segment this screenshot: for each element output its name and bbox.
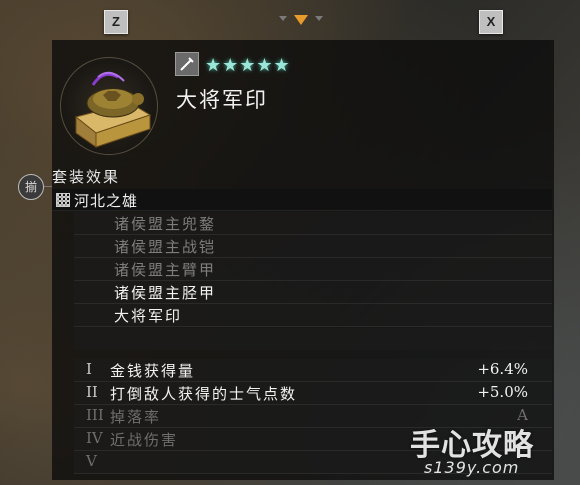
set-piece-label: 诸侯盟主兜鍪 xyxy=(114,215,217,233)
bonus-tier: IV xyxy=(86,429,103,447)
nav-arrows[interactable] xyxy=(279,14,323,28)
bonus-tier: I xyxy=(86,360,92,378)
set-side-tab[interactable]: 揃 xyxy=(18,174,44,200)
bonus-label: 打倒敌人获得的士气点数 xyxy=(110,385,298,403)
set-name-row[interactable]: 河北之雄 xyxy=(52,189,552,211)
bonus-label: 金钱获得量 xyxy=(110,362,196,380)
set-piece-label: 诸侯盟主战铠 xyxy=(114,238,217,256)
nav-right-arrow-icon xyxy=(315,16,323,21)
nav-center-arrow-icon xyxy=(294,15,308,25)
set-piece-label: 诸侯盟主臂甲 xyxy=(114,261,217,279)
star-icon: ★★★★★ xyxy=(205,55,291,76)
set-grid-icon xyxy=(56,193,70,207)
bonus-label: 近战伤害 xyxy=(110,431,179,449)
bonus-value: +5.0% xyxy=(477,383,528,401)
set-piece-label: 诸侯盟主胫甲 xyxy=(114,284,217,302)
bonus-tier: V xyxy=(86,452,97,470)
set-piece-row: 诸侯盟主胫甲 xyxy=(74,281,552,304)
set-piece-row: 诸侯盟主战铠 xyxy=(74,235,552,258)
bonus-tier: III xyxy=(86,406,104,424)
item-name: 大将军印 xyxy=(176,88,268,112)
set-piece-row: 诸侯盟主臂甲 xyxy=(74,258,552,281)
accessory-category-icon xyxy=(175,52,199,76)
x-key-hint[interactable]: X xyxy=(479,10,503,34)
set-piece-row: 诸侯盟主兜鍪 xyxy=(74,212,552,235)
set-bonus-row: II 打倒敌人获得的士气点数 +5.0% xyxy=(74,382,552,405)
z-key-hint[interactable]: Z xyxy=(104,10,128,34)
bonus-label: 掉落率 xyxy=(110,408,162,426)
general-seal-item-icon xyxy=(58,55,170,155)
set-name: 河北之雄 xyxy=(74,192,139,210)
set-piece-row: 大将军印 xyxy=(74,304,552,327)
rarity-stars: ★★★★★ xyxy=(205,55,291,76)
set-piece-filler-row xyxy=(74,328,552,350)
set-effect-header: 套装效果 xyxy=(52,168,121,186)
nav-left-arrow-icon xyxy=(279,16,287,21)
bonus-value: +6.4% xyxy=(477,360,528,378)
set-bonus-row: I 金钱获得量 +6.4% xyxy=(74,359,552,382)
site-watermark: 手心攻略 s139y.com xyxy=(410,420,572,480)
watermark-url: s139y.com xyxy=(424,458,520,477)
bonus-tier: II xyxy=(86,383,98,401)
set-piece-label: 大将军印 xyxy=(114,307,183,325)
